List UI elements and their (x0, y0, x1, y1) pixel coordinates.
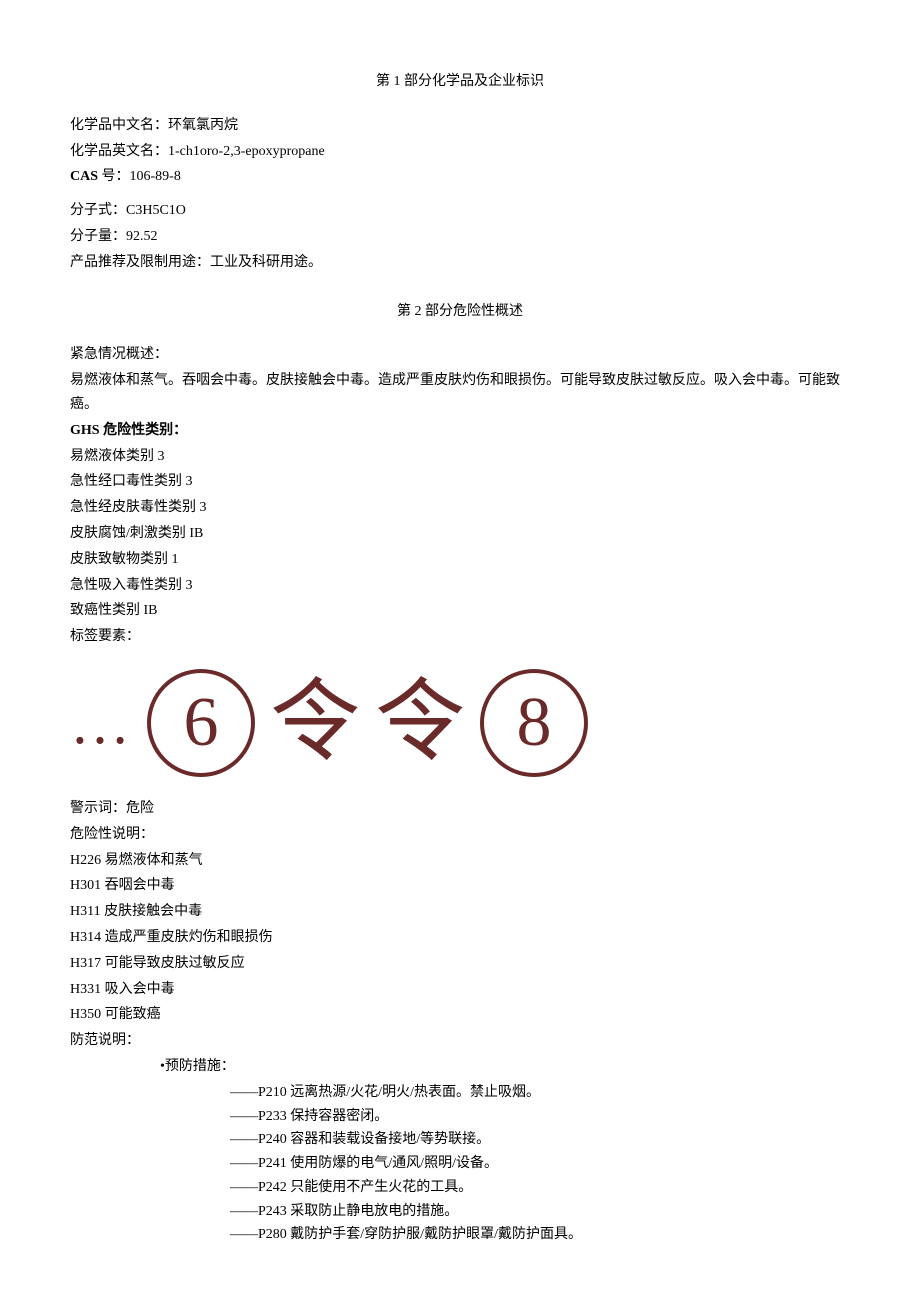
pictogram-row: … 6 令 令 8 (70, 669, 850, 777)
recommended-use: 产品推荐及限制用途：工业及科研用途。 (70, 251, 850, 275)
name-cn: 化学品中文名：环氧氯丙烷 (70, 114, 850, 138)
ghs-cat: 皮肤腐蚀/刺激类别 IB (70, 522, 850, 546)
emergency-body: 易燃液体和蒸气。吞咽会中毒。皮肤接触会中毒。造成严重皮肤灼伤和眼损伤。可能导致皮… (70, 369, 850, 417)
ling-glyph-icon: 令 (270, 678, 360, 768)
hstatement: H301 吞咽会中毒 (70, 874, 850, 898)
hstatement: H226 易燃液体和蒸气 (70, 849, 850, 873)
emergency-header: 紧急情况概述： (70, 343, 850, 367)
hstatement: H331 吸入会中毒 (70, 978, 850, 1002)
pstatement: ——P280 戴防护手套/穿防护服/戴防护眼罩/戴防护面具。 (230, 1223, 850, 1247)
hazard-header: 危险性说明： (70, 823, 850, 847)
dots-icon: … (70, 672, 132, 774)
hstatement: H314 造成严重皮肤灼伤和眼损伤 (70, 926, 850, 950)
ghs-cat: 急性经皮肤毒性类别 3 (70, 496, 850, 520)
hstatement: H350 可能致癌 (70, 1003, 850, 1027)
cas-line: CAS 号：106-89-8 (70, 165, 850, 189)
hstatement: H311 皮肤接触会中毒 (70, 900, 850, 924)
pstatement: ——P243 采取防止静电放电的措施。 (230, 1200, 850, 1224)
pstatement: ——P210 远离热源/火花/明火/热表面。禁止吸烟。 (230, 1081, 850, 1105)
section2-title: 第 2 部分危险性概述 (70, 300, 850, 324)
precaution-header: 防范说明： (70, 1029, 850, 1053)
ghs-cat: 皮肤致敏物类别 1 (70, 548, 850, 572)
hstatement: H317 可能导致皮肤过敏反应 (70, 952, 850, 976)
pstatement: ——P242 只能使用不产生火花的工具。 (230, 1176, 850, 1200)
ghs-cat: 易燃液体类别 3 (70, 445, 850, 469)
cas-value: 号：106-89-8 (98, 169, 181, 184)
ghs-header: GHS 危险性类别： (70, 419, 850, 443)
ghs-cat: 急性吸入毒性类别 3 (70, 574, 850, 598)
prevention-block: •预防措施： ——P210 远离热源/火花/明火/热表面。禁止吸烟。 ——P23… (160, 1055, 850, 1247)
pstatement: ——P241 使用防爆的电气/通风/照明/设备。 (230, 1152, 850, 1176)
ling-glyph-icon: 令 (375, 678, 465, 768)
formula: 分子式：C3H5C1O (70, 199, 850, 223)
pstatement: ——P240 容器和装载设备接地/等势联接。 (230, 1128, 850, 1152)
circle-8-icon: 8 (480, 669, 588, 777)
cas-label: CAS (70, 169, 98, 184)
prevention-subhead: •预防措施： (160, 1055, 850, 1079)
signal-word: 警示词：危险 (70, 797, 850, 821)
molecular-weight: 分子量：92.52 (70, 225, 850, 249)
label-elements: 标签要素： (70, 625, 850, 649)
pstatement: ——P233 保持容器密闭。 (230, 1105, 850, 1129)
ghs-cat: 致癌性类别 IB (70, 599, 850, 623)
section1-title: 第 1 部分化学品及企业标识 (70, 70, 850, 94)
ghs-cat: 急性经口毒性类别 3 (70, 470, 850, 494)
circle-6-icon: 6 (147, 669, 255, 777)
name-en: 化学品英文名：1-ch1oro-2,3-epoxypropane (70, 140, 850, 164)
